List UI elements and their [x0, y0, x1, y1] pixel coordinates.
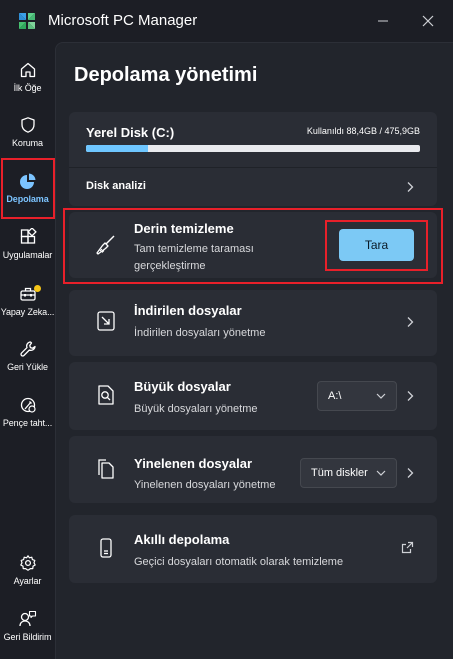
sidebar-item-restore[interactable]: Geri Yükle	[0, 340, 55, 372]
sidebar-item-label: Geri Bildirim	[3, 632, 52, 642]
downloads-card[interactable]: İndirilen dosyalar İndirilen dosyaları y…	[69, 290, 437, 356]
smart-storage-desc: Geçici dosyaları otomatik olarak temizle…	[134, 556, 344, 568]
notification-badge	[34, 285, 41, 292]
duplicates-title: Yinelenen dosyalar	[134, 456, 253, 471]
file-search-icon	[98, 385, 114, 405]
page-title: Depolama yönetimi	[74, 64, 258, 86]
disk-usage-fill	[86, 145, 149, 152]
downloads-folder-icon	[97, 311, 115, 331]
chevron-right-icon	[407, 468, 414, 478]
disk-usage: Kullanıldı 88,4GB / 475,9GB	[306, 126, 420, 136]
sidebar-item-feedback[interactable]: Geri Bildirim	[0, 610, 55, 642]
title-bar: Microsoft PC Manager	[0, 0, 453, 42]
chevron-right-icon	[407, 317, 414, 327]
scan-button-highlight	[325, 220, 428, 271]
sidebar-item-apps[interactable]: Uygulamalar	[0, 228, 55, 260]
downloads-title: İndirilen dosyalar	[134, 303, 242, 318]
sidebar-item-label: Ayarlar	[13, 576, 42, 586]
sidebar-item-label: Geri Yükle	[7, 362, 48, 372]
chevron-down-icon	[376, 393, 386, 399]
chevron-right-icon	[407, 391, 414, 401]
smart-storage-title: Akıllı depolama	[134, 532, 230, 547]
apps-icon	[20, 228, 37, 244]
close-icon	[422, 15, 434, 27]
active-nav-highlight	[1, 158, 55, 219]
select-value: A:\	[328, 390, 342, 402]
disk-analysis-label: Disk analizi	[86, 180, 146, 192]
disk-analysis-row[interactable]: Disk analizi	[69, 168, 437, 206]
disk-name: Yerel Disk (C:)	[86, 125, 175, 140]
duplicates-desc: Yinelenen dosyaları yönetme	[134, 479, 276, 491]
sidebar-item-home[interactable]: İlk Öğe	[0, 61, 55, 93]
feedback-icon	[18, 610, 36, 627]
duplicate-files-icon	[98, 459, 114, 479]
sidebar-item-pen-tablet[interactable]: Pençe taht...	[0, 396, 55, 428]
large-files-title: Büyük dosyalar	[134, 379, 231, 394]
chevron-down-icon	[376, 470, 386, 476]
external-link-icon	[401, 541, 414, 554]
disk-usage-bar	[86, 145, 420, 152]
phone-storage-icon	[100, 538, 112, 558]
sidebar-item-label: Pençe taht...	[2, 418, 53, 428]
sidebar-item-settings[interactable]: Ayarlar	[0, 554, 55, 586]
close-button[interactable]	[414, 8, 442, 34]
pen-tablet-icon	[20, 397, 36, 413]
downloads-desc: İndirilen dosyaları yönetme	[134, 327, 266, 339]
app-title: Microsoft PC Manager	[48, 12, 198, 29]
sidebar-item-label: Uygulamalar	[2, 250, 53, 260]
minimize-button[interactable]	[369, 8, 397, 34]
disk-card: Yerel Disk (C:) Kullanıldı 88,4GB / 475,…	[69, 112, 437, 206]
sidebar: İlk Öğe Koruma Depolama Uygulamalar Yapa…	[0, 42, 55, 659]
minimize-icon	[378, 20, 388, 22]
duplicates-disk-select[interactable]: Tüm diskler	[300, 458, 397, 488]
large-files-drive-select[interactable]: A:\	[317, 381, 397, 411]
large-files-desc: Büyük dosyaları yönetme	[134, 403, 258, 415]
home-icon	[20, 62, 35, 78]
shield-icon	[20, 117, 35, 133]
sidebar-item-protection[interactable]: Koruma	[0, 116, 55, 148]
gear-icon	[19, 555, 36, 571]
smart-storage-card[interactable]: Akıllı depolama Geçici dosyaları otomati…	[69, 515, 437, 583]
sidebar-item-label: İlk Öğe	[13, 83, 42, 93]
app-logo-icon	[19, 13, 35, 29]
select-value: Tüm diskler	[311, 467, 368, 479]
chevron-right-icon	[407, 182, 414, 192]
sidebar-item-label: Koruma	[12, 138, 43, 148]
wrench-icon	[19, 341, 36, 357]
sidebar-item-ai-tools[interactable]: Yapay Zeka...	[0, 285, 55, 317]
sidebar-item-label: Yapay Zeka...	[0, 307, 55, 317]
